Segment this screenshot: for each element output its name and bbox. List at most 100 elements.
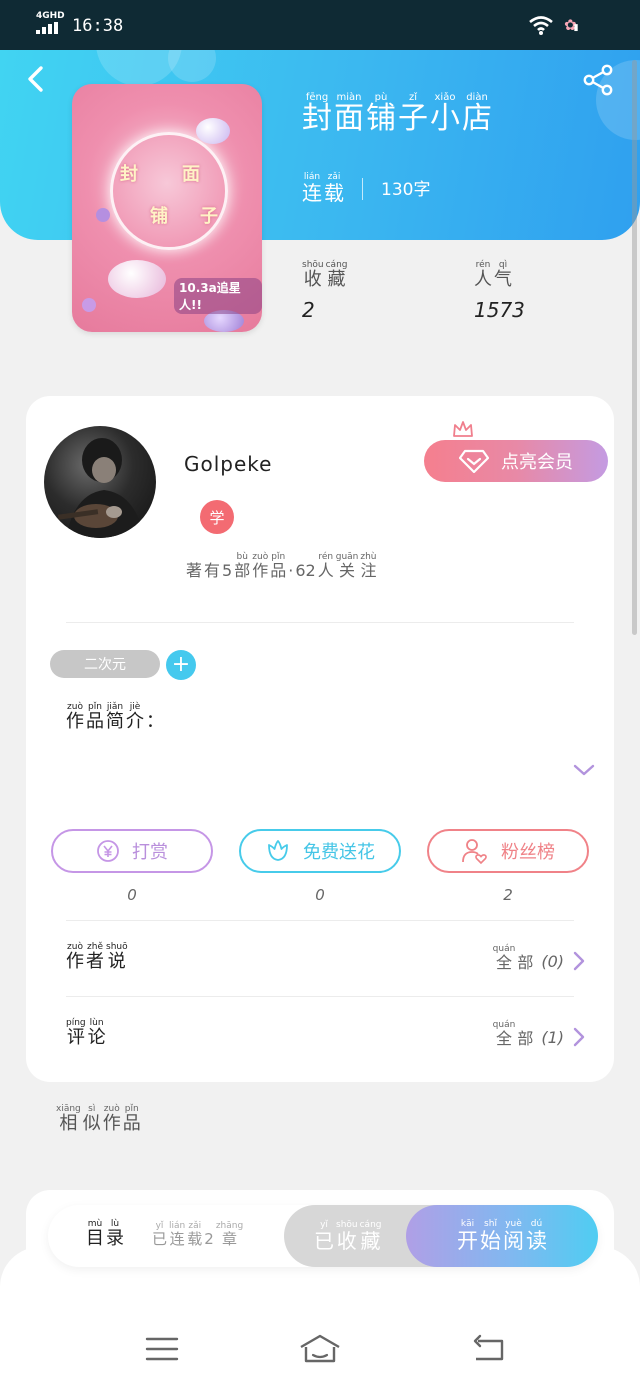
ruby-char: mù 目 — [86, 1219, 104, 1249]
back-icon[interactable] — [22, 64, 52, 94]
ruby-char: píng 评 — [66, 1018, 86, 1048]
vip-button[interactable]: 点亮会员 — [424, 440, 608, 482]
ruby-char: 5 — [222, 552, 232, 580]
hanzi: 读 — [526, 1229, 547, 1254]
ruby-char: pǐn 品 — [270, 552, 286, 580]
ruby-char: sì 似 — [83, 1104, 101, 1134]
reward-button[interactable]: 打赏 — [51, 829, 213, 873]
ruby-char: qì 气 — [494, 260, 512, 290]
flower-label: 免费送花 — [303, 842, 375, 863]
author-talk-all[interactable]: quán 全 部 (0) — [493, 944, 586, 972]
hanzi: 店 — [462, 101, 492, 136]
meta-divider — [362, 178, 363, 200]
hanzi: 62 — [295, 561, 316, 580]
start-reading-button[interactable]: kāi 开 shǐ 始 yuè 阅 dú 读 — [406, 1205, 598, 1267]
ruby-char: lián 连 — [169, 1221, 185, 1248]
vip-label: 点亮会员 — [501, 452, 573, 473]
cover-ring — [110, 132, 228, 250]
reward-count: 0 — [127, 886, 137, 904]
ruby-char: pù 铺 — [366, 92, 396, 135]
ruby-char: pǐn 品 — [123, 1104, 141, 1134]
fans-count: 2 — [503, 886, 513, 904]
chevron-right-icon — [573, 951, 585, 971]
ruby-char: zuò 作 — [66, 702, 84, 732]
collected-label: yǐ 已 shōu 收 cáng 藏 — [314, 1220, 382, 1252]
ruby-char: yuè 阅 — [503, 1219, 524, 1252]
popularity-label: rén 人 qì 气 — [474, 260, 525, 290]
person-heart-icon — [462, 839, 487, 865]
hanzi: 说 — [107, 951, 126, 972]
system-nav-bar — [0, 1247, 640, 1387]
author-talk-count: (0) — [541, 951, 564, 971]
menu-icon[interactable] — [144, 1333, 180, 1365]
chevron-down-icon[interactable] — [572, 762, 596, 778]
hanzi: 论 — [87, 1027, 106, 1048]
collect-label: shōu 收 cáng 藏 — [302, 260, 348, 290]
ruby-char: zǎi 载 — [324, 172, 344, 204]
ruby-char: miàn 面 — [334, 92, 364, 135]
flower-count: 0 — [315, 886, 325, 904]
cover-glyph: 铺 — [150, 206, 168, 227]
hanzi: 品 — [86, 711, 104, 732]
toc-button[interactable]: mù 目 lù 录 — [86, 1219, 124, 1249]
collect-value: 2 — [302, 297, 315, 322]
ruby-char: zhě 者 — [86, 942, 104, 972]
book-cover[interactable]: 封 面 铺 子 10.3a追星人!! — [72, 84, 262, 332]
ruby-char: 有 — [204, 552, 220, 580]
flower-icon — [268, 840, 288, 861]
author-talk-label: zuò 作 zhě 者 shuō 说 — [66, 942, 128, 972]
status-bar: 4GHD 16:38 ✿▮ — [0, 0, 640, 50]
wifi-icon — [529, 16, 553, 35]
chevron-right-icon — [573, 1027, 585, 1047]
hanzi: 已 — [152, 1230, 168, 1248]
battery-flower-icon: ✿▮ — [564, 16, 579, 34]
return-icon[interactable] — [470, 1333, 506, 1365]
comments-row[interactable]: píng 评 lùn 论 quán 全 部 (1) — [66, 1018, 586, 1048]
comments-all[interactable]: quán 全 部 (1) — [493, 1020, 586, 1048]
hanzi: 介 — [126, 711, 144, 732]
hanzi: 录 — [106, 1228, 124, 1249]
hanzi: 章 — [221, 1230, 237, 1248]
avatar[interactable] — [44, 426, 156, 538]
ruby-char: rén 人 — [318, 552, 334, 580]
chapter-info: yǐ 已 lián 连 zǎi 载 2 zhāng 章 — [152, 1221, 243, 1248]
ruby-char: quán 全 — [493, 1020, 516, 1048]
hanzi: 品 — [270, 561, 287, 580]
hanzi: 阅 — [503, 1229, 524, 1254]
hanzi: 开 — [457, 1229, 478, 1254]
fans-rank-button[interactable]: 粉丝榜 — [427, 829, 589, 873]
hanzi: 有 — [204, 561, 221, 580]
ruby-char: · — [288, 552, 293, 580]
author-name[interactable]: Golpeke — [184, 452, 272, 476]
book-meta: lián 连 zǎi 载 130字 — [302, 172, 430, 204]
ruby-char: zǐ 子 — [398, 92, 428, 135]
scrollbar[interactable] — [632, 60, 637, 635]
hanzi: 评 — [66, 1027, 85, 1048]
tag-chip[interactable]: 二次元 — [50, 650, 160, 678]
fans-label: 粉丝榜 — [501, 842, 555, 863]
ruby-char: fēng 封 — [302, 92, 332, 135]
ruby-char: pǐn 品 — [86, 702, 104, 732]
hanzi: 2 — [204, 1230, 214, 1248]
start-reading-label: kāi 开 shǐ 始 yuè 阅 dú 读 — [457, 1219, 547, 1252]
hanzi: 全 — [495, 1029, 512, 1049]
home-icon[interactable] — [298, 1333, 342, 1365]
hanzi: 简 — [106, 711, 124, 732]
chapter-info-chars: yǐ 已 lián 连 zǎi 载 2 zhāng 章 — [152, 1221, 243, 1248]
hanzi: 部 — [234, 561, 251, 580]
hanzi: 人 — [317, 561, 334, 580]
ruby-char: shǐ 始 — [480, 1219, 501, 1252]
ruby-char: 著 — [186, 552, 202, 580]
add-tag-button[interactable]: + — [166, 650, 196, 680]
author-talk-row[interactable]: zuò 作 zhě 者 shuō 说 quán 全 部 (0) — [66, 942, 586, 972]
hanzi: 作 — [102, 1113, 121, 1134]
divider — [66, 996, 574, 997]
plus-icon: + — [171, 652, 191, 677]
send-flower-button[interactable]: 免费送花 — [239, 829, 401, 873]
share-icon[interactable] — [582, 64, 614, 96]
ruby-char: jiè 介 — [126, 702, 144, 732]
hanzi: 气 — [494, 269, 512, 290]
detail-card: Golpeke 点亮会员 学 著 有 5 bù 部 zuò 作 pǐn 品 · 62 rén 人… — [26, 396, 614, 1082]
crown-icon — [453, 421, 473, 437]
hanzi: 连 — [302, 181, 322, 205]
